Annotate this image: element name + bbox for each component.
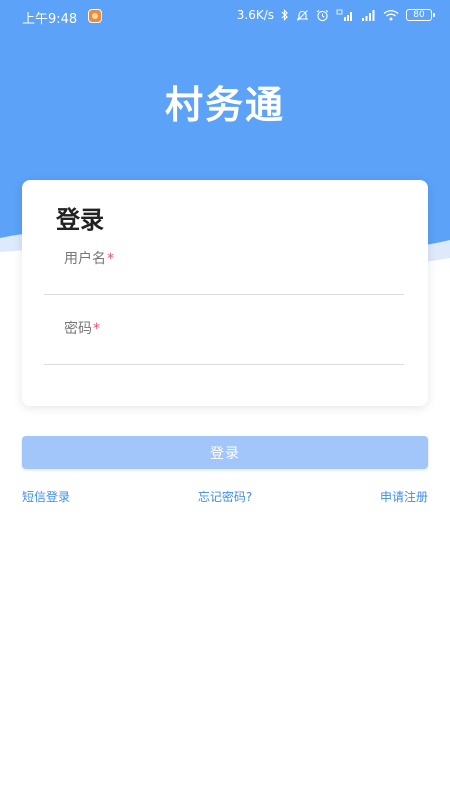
status-bar: 上午9:48 3.6K/s 80 [0,0,450,32]
login-card-title: 登录 [56,206,104,234]
username-label: 用户名* [64,248,114,268]
wifi-icon [383,10,399,21]
mute-bell-icon [296,9,309,21]
login-card: 登录 用户名* 密码* [22,180,428,406]
password-input[interactable] [44,336,404,362]
password-field: 密码* [44,306,404,366]
login-links: 短信登录 忘记密码? 申请注册 [22,488,428,506]
alarm-icon [316,9,329,21]
bluetooth-icon [281,9,288,21]
username-required-mark: * [107,251,114,267]
password-label: 密码* [64,318,100,338]
battery-level: 80 [413,10,425,20]
password-required-mark: * [93,321,100,337]
network-speed: 3.6K/s [236,8,274,22]
password-underline [44,364,404,365]
username-input[interactable] [44,266,404,292]
login-button[interactable]: 登录 [22,436,428,469]
signal-icon [362,10,375,21]
username-field: 用户名* [44,236,404,296]
app-title: 村务通 [164,83,285,127]
username-label-text: 用户名 [64,251,106,267]
battery-icon: 80 [406,9,435,21]
status-icons: 3.6K/s 80 [236,8,435,22]
status-time: 上午9:48 [22,12,78,27]
register-link[interactable]: 申请注册 [380,488,428,505]
username-underline [44,294,404,295]
login-screen: 上午9:48 3.6K/s 80 村务通 登录 用户名* 密码* 登录 短信登录… [0,0,450,800]
password-label-text: 密码 [64,321,92,337]
app-notification-icon [88,9,102,23]
forgot-password-link[interactable]: 忘记密码? [22,488,428,505]
hd-signal-icon [336,9,352,21]
